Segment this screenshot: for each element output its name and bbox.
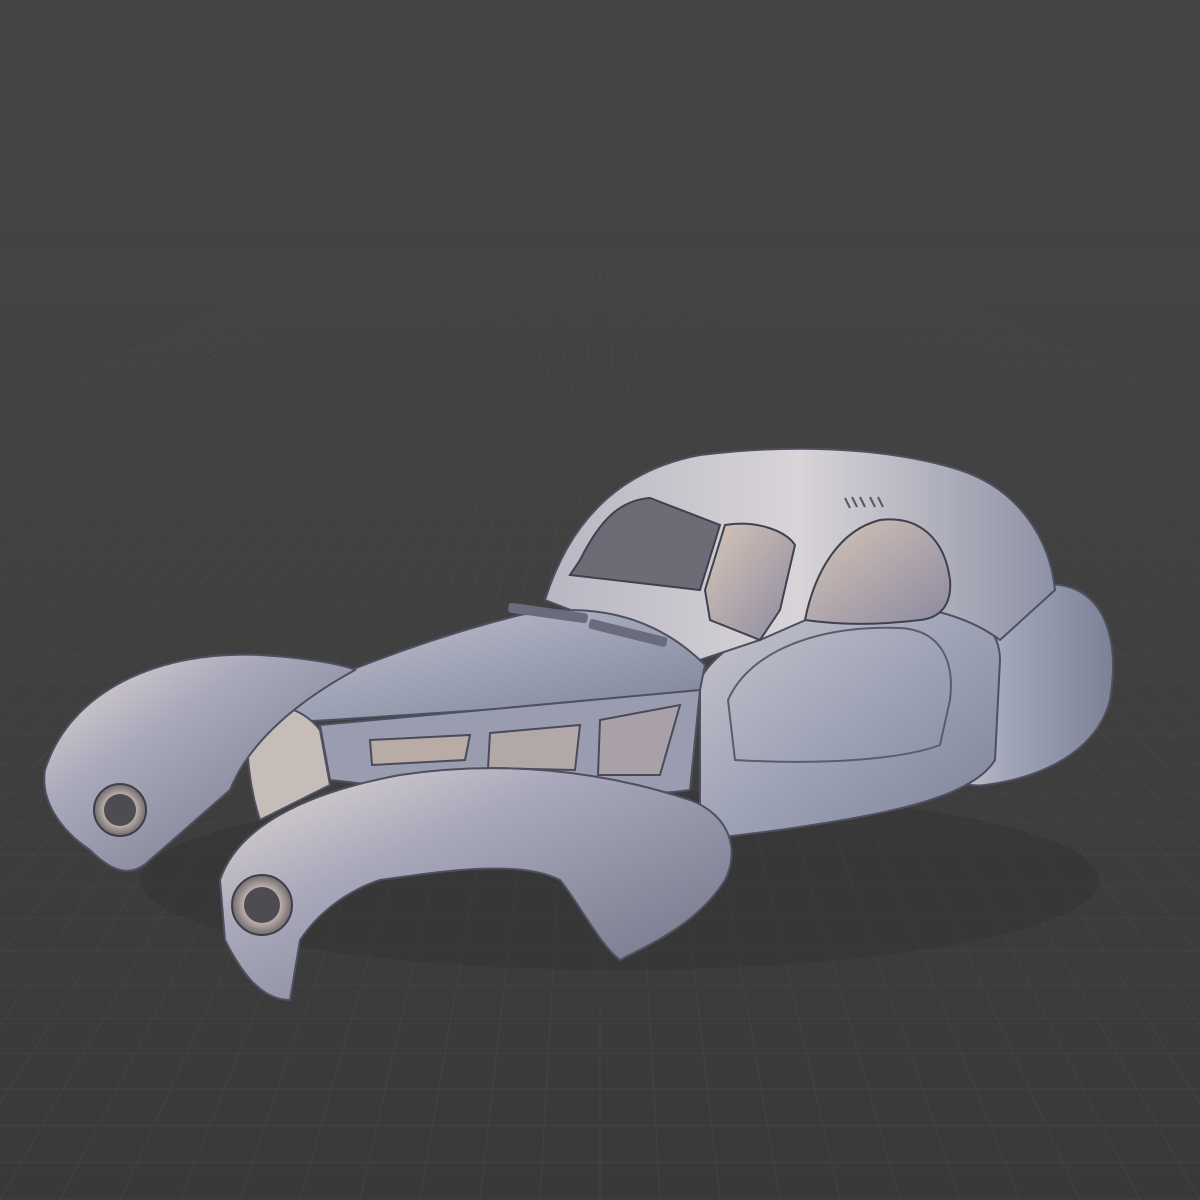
headlamp-right-lens <box>244 887 280 923</box>
3d-viewport[interactable] <box>0 0 1200 1200</box>
hood-louvre-2 <box>486 723 582 772</box>
hood-louvre-1 <box>368 733 472 767</box>
viewport-canvas <box>0 0 1200 1200</box>
headlamp-left-lens <box>104 794 136 826</box>
